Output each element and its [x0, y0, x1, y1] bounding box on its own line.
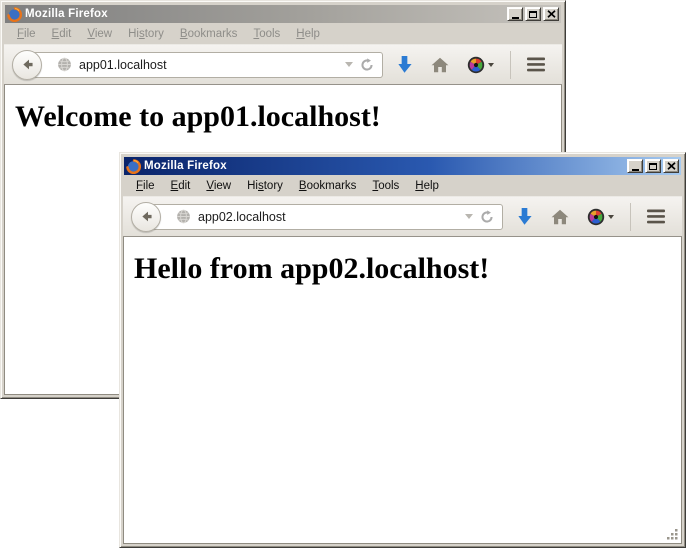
menu-tools[interactable]: Tools — [364, 177, 407, 195]
menu-bar: File Edit View History Bookmarks Tools H… — [4, 23, 562, 44]
back-button[interactable] — [131, 202, 161, 232]
navigation-toolbar: app02.localhost — [123, 196, 682, 237]
menu-history[interactable]: History — [120, 25, 172, 43]
url-text[interactable]: app02.localhost — [198, 210, 458, 224]
urlbar-dropdown-icon[interactable] — [345, 62, 353, 67]
menu-bookmarks[interactable]: Bookmarks — [172, 25, 246, 43]
window-controls — [627, 159, 679, 173]
resize-grip-icon — [665, 527, 679, 541]
addon-dropdown-icon — [488, 63, 494, 67]
navigation-toolbar: app01.localhost — [4, 44, 562, 85]
page-heading: Hello from app02.localhost! — [134, 252, 673, 286]
desktop: Mozilla Firefox File Edit View History B… — [0, 0, 688, 551]
window-title: Mozilla Firefox — [25, 8, 504, 20]
addon-color-wheel-button[interactable] — [582, 202, 619, 232]
resize-grip[interactable] — [665, 527, 679, 541]
menu-view[interactable]: View — [79, 25, 120, 43]
minimize-icon — [632, 169, 639, 171]
home-icon — [551, 209, 569, 225]
urlbar-dropdown-icon[interactable] — [465, 214, 473, 219]
home-button[interactable] — [426, 50, 454, 80]
minimize-button[interactable] — [507, 7, 523, 21]
download-icon — [516, 207, 533, 226]
url-text[interactable]: app01.localhost — [79, 58, 338, 72]
menu-help[interactable]: Help — [288, 25, 328, 43]
menu-button[interactable] — [522, 50, 550, 80]
menu-edit[interactable]: Edit — [44, 25, 80, 43]
maximize-button[interactable] — [645, 159, 661, 173]
color-wheel-icon — [587, 208, 605, 226]
title-bar[interactable]: Mozilla Firefox — [5, 5, 561, 23]
close-button[interactable] — [543, 7, 559, 21]
reload-icon[interactable] — [480, 210, 494, 224]
maximize-button[interactable] — [525, 7, 541, 21]
close-button[interactable] — [663, 159, 679, 173]
back-button[interactable] — [12, 50, 42, 80]
menu-bar: File Edit View History Bookmarks Tools H… — [123, 175, 682, 196]
addon-color-wheel-button[interactable] — [462, 50, 499, 80]
menu-bookmarks[interactable]: Bookmarks — [291, 177, 365, 195]
browser-window-app02[interactable]: Mozilla Firefox File Edit View History B… — [119, 152, 686, 548]
menu-file[interactable]: File — [128, 177, 163, 195]
download-button[interactable] — [511, 202, 538, 232]
toolbar-separator — [630, 203, 631, 231]
page-heading: Welcome to app01.localhost! — [15, 100, 553, 134]
firefox-icon — [126, 159, 141, 174]
back-arrow-icon — [139, 209, 154, 224]
menu-edit[interactable]: Edit — [163, 177, 199, 195]
window-title: Mozilla Firefox — [144, 160, 624, 172]
download-icon — [396, 55, 413, 74]
site-globe-icon[interactable] — [176, 209, 191, 224]
title-bar[interactable]: Mozilla Firefox — [124, 157, 681, 175]
reload-icon[interactable] — [360, 58, 374, 72]
back-arrow-icon — [20, 57, 35, 72]
maximize-icon — [529, 11, 537, 18]
hamburger-menu-icon — [527, 57, 545, 72]
menu-history[interactable]: History — [239, 177, 291, 195]
close-icon — [667, 162, 676, 170]
menu-button[interactable] — [642, 202, 670, 232]
color-wheel-icon — [467, 56, 485, 74]
home-button[interactable] — [546, 202, 574, 232]
page-content: Hello from app02.localhost! — [123, 237, 682, 544]
window-controls — [507, 7, 559, 21]
minimize-icon — [512, 17, 519, 19]
url-bar[interactable]: app02.localhost — [151, 204, 503, 230]
menu-view[interactable]: View — [198, 177, 239, 195]
minimize-button[interactable] — [627, 159, 643, 173]
hamburger-menu-icon — [647, 209, 665, 224]
toolbar-separator — [510, 51, 511, 79]
home-icon — [431, 57, 449, 73]
menu-file[interactable]: File — [9, 25, 44, 43]
maximize-icon — [649, 163, 657, 170]
site-globe-icon[interactable] — [57, 57, 72, 72]
close-icon — [547, 10, 556, 18]
url-bar[interactable]: app01.localhost — [32, 52, 383, 78]
menu-tools[interactable]: Tools — [245, 25, 288, 43]
addon-dropdown-icon — [608, 215, 614, 219]
firefox-icon — [7, 7, 22, 22]
menu-help[interactable]: Help — [407, 177, 447, 195]
download-button[interactable] — [391, 50, 418, 80]
